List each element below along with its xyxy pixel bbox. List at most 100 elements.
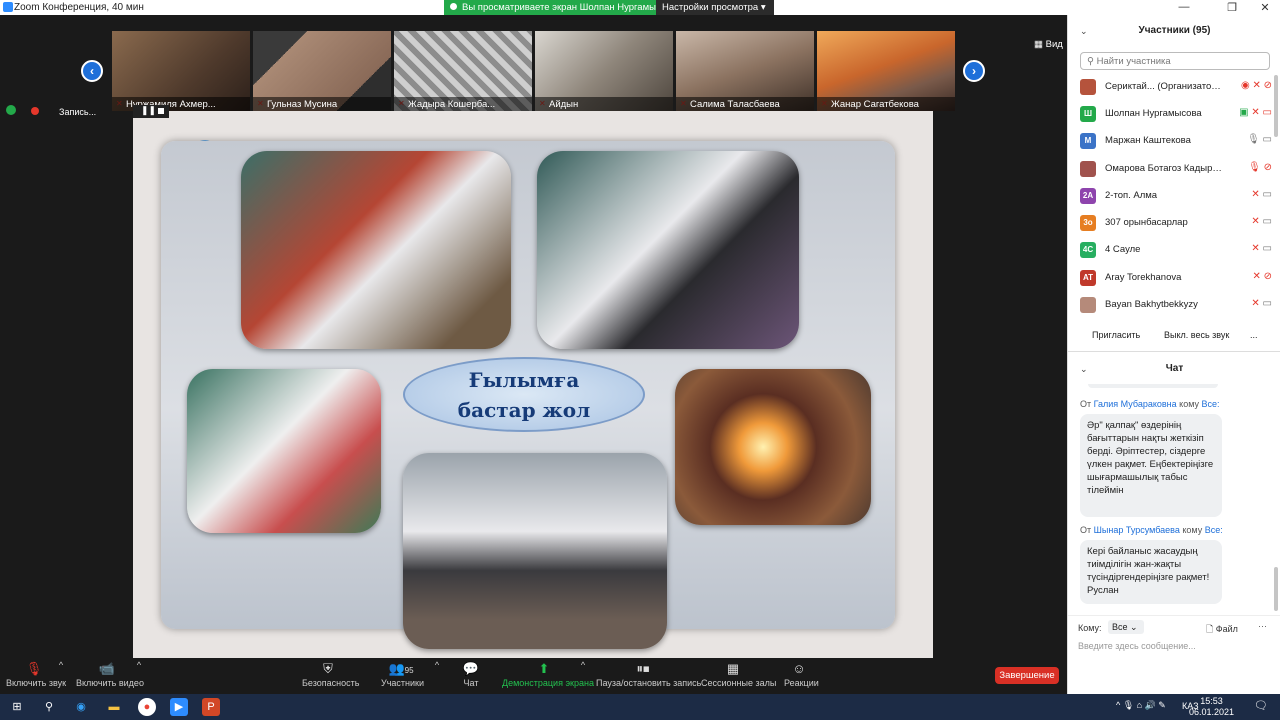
- participant-row[interactable]: 3о 307 орынбасарлар ✕ ▭: [1080, 212, 1272, 234]
- pause-record-button[interactable]: ⏸⏹ Пауза/остановить запись: [596, 658, 701, 694]
- window-title: Zoom Конференция, 40 мин: [14, 2, 144, 13]
- participant-row-name: 307 орынбасарлар: [1105, 217, 1188, 228]
- maximize-button[interactable]: ❐: [1222, 1, 1242, 14]
- notifications-icon[interactable]: 🗨: [1254, 699, 1268, 712]
- chat-more-button[interactable]: ···: [1258, 621, 1267, 631]
- participant-row-name: Аray Torekhanova: [1105, 272, 1182, 283]
- sender-name[interactable]: Галия Мубараковна: [1094, 399, 1177, 409]
- participant-row[interactable]: Сериктай... (Организатор, я) ◉ ✕ ⊘: [1080, 76, 1272, 98]
- side-panel: ⌄ Участники (95) ⚲ Найти участника Серик…: [1067, 15, 1280, 694]
- share-screen-button[interactable]: ⬆ Демонстрация экрана: [502, 658, 594, 694]
- avatar: [1080, 161, 1096, 177]
- video-thumbnail[interactable]: ✕ Салима Таласбаева: [676, 31, 814, 111]
- status-icons: 🎙 ▭: [1247, 134, 1272, 145]
- participants-label: Участники: [381, 678, 424, 688]
- search-icon[interactable]: ⚲: [40, 698, 58, 716]
- participant-name: Гульназ Мусина: [253, 97, 391, 111]
- share-options-caret[interactable]: ^: [578, 660, 588, 696]
- participant-row-name: Bayan Bakhytbekkyzy: [1105, 299, 1198, 310]
- audio-options-caret[interactable]: ^: [56, 660, 66, 696]
- security-button[interactable]: ⛨ Безопасность: [302, 658, 359, 694]
- participant-row-name: Маржан Каштекова: [1105, 135, 1191, 146]
- pause-icon[interactable]: ❚❚: [141, 105, 156, 116]
- zoom-taskbar-icon[interactable]: ▶: [170, 698, 188, 716]
- participant-row-name: 4 Сауле: [1105, 244, 1141, 255]
- clock-date: 06.01.2021: [1188, 707, 1234, 717]
- participant-row[interactable]: Ш Шолпан Нургамысова ▣ ✕ ▭: [1080, 103, 1272, 125]
- clock-time: 15:53: [1200, 696, 1223, 706]
- video-thumbnail[interactable]: ✕ Айдын: [535, 31, 673, 111]
- view-button[interactable]: ▦ Вид: [1034, 39, 1063, 50]
- status-icons: ✕ ▭: [1251, 243, 1272, 254]
- shield-icon: ⛨: [323, 661, 333, 676]
- start-video-button[interactable]: 📹 Включить видео: [76, 658, 144, 694]
- chat-scrollbar[interactable]: [1274, 567, 1278, 611]
- clock[interactable]: 15:53 06.01.2021: [1189, 696, 1234, 718]
- participants-button[interactable]: 👥95 Участники: [381, 658, 424, 694]
- participant-row[interactable]: Bayan Bakhytbekkyzy ✕ ▭: [1080, 294, 1272, 316]
- breakout-rooms-button[interactable]: ▦ Сессионные залы: [701, 658, 776, 694]
- stop-icon[interactable]: [158, 108, 164, 114]
- end-meeting-button[interactable]: Завершение: [995, 667, 1059, 684]
- grid-icon: ▦: [1034, 39, 1046, 50]
- viewing-screen-label: Вы просматриваете экран Шолпан Нургамысо…: [444, 0, 656, 15]
- participants-options-caret[interactable]: ^: [432, 660, 442, 696]
- video-thumbnail[interactable]: ✕ Жанар Сагатбекова: [817, 31, 955, 111]
- participant-row[interactable]: Омарова Ботагоз Кадырбеков... 🎙 ⊘: [1080, 158, 1272, 180]
- avatar: AT: [1080, 270, 1096, 286]
- participants-scrollbar[interactable]: [1274, 75, 1278, 137]
- participant-search-input[interactable]: ⚲ Найти участника: [1080, 52, 1270, 70]
- close-button[interactable]: ✕: [1255, 1, 1275, 14]
- share-banner: Вы просматриваете экран Шолпан Нургамысо…: [444, 0, 774, 15]
- video-thumbnail[interactable]: ✕ Гульназ Мусина: [253, 31, 391, 111]
- view-options-button[interactable]: Настройки просмотра ▾: [656, 0, 774, 15]
- participant-row[interactable]: М Маржан Каштекова 🎙 ▭: [1080, 130, 1272, 152]
- file-explorer-icon[interactable]: ▬: [105, 698, 123, 716]
- status-icons: ▣ ✕ ▭: [1239, 107, 1272, 118]
- avatar: 2А: [1080, 188, 1096, 204]
- shared-screen: Ғылымға бастар жол: [133, 111, 933, 658]
- chat-message: Кері байланыс жасаудың тиімділігін жан-ж…: [1080, 540, 1222, 604]
- minimize-button[interactable]: —: [1174, 1, 1194, 13]
- powerpoint-icon[interactable]: P: [202, 698, 220, 716]
- participant-row[interactable]: 2А 2-топ. Алма ✕ ▭: [1080, 185, 1272, 207]
- reaction-icon: ☺: [792, 661, 806, 676]
- security-label: Безопасность: [302, 678, 360, 688]
- edge-icon[interactable]: ◉: [72, 698, 90, 716]
- video-options-caret[interactable]: ^: [134, 660, 144, 696]
- participant-name: Жанар Сагатбекова: [817, 97, 955, 111]
- recipient-name[interactable]: Все:: [1202, 399, 1220, 409]
- muted-mic-icon: 🎙: [25, 661, 43, 676]
- unmute-button[interactable]: 🎙 Включить звук: [6, 658, 66, 694]
- chat-message: Әр" қалпақ" өздерінің бағыттарын нақты ж…: [1080, 414, 1222, 517]
- pause-stop-icon: ⏸⏹: [636, 661, 650, 676]
- invite-button[interactable]: Пригласить: [1092, 330, 1140, 340]
- chat-button[interactable]: 💬 Чат: [460, 658, 482, 694]
- meeting-toolbar: 🎙 Включить звук ^ 📹 Включить видео ^ ⛨ Безо…: [0, 658, 1067, 694]
- video-thumbnail[interactable]: ✕ Нуржамиля Ахмер...: [112, 31, 250, 111]
- video-thumbnail[interactable]: ✕ Жадыра Кошерба...: [394, 31, 532, 111]
- mute-all-button[interactable]: Выкл. весь звук: [1164, 330, 1229, 340]
- participant-name: Салима Таласбаева: [676, 97, 814, 111]
- recipient-select[interactable]: Все ⌄: [1108, 620, 1144, 634]
- lab-photo: [241, 151, 511, 349]
- participants-count: 95: [404, 666, 414, 675]
- reactions-button[interactable]: ☺ Реакции: [784, 658, 819, 694]
- sender-name[interactable]: Шынар Турсумбаева: [1094, 525, 1180, 535]
- recording-controls[interactable]: ❚❚: [133, 105, 169, 118]
- recipient-name[interactable]: Все:: [1205, 525, 1223, 535]
- to-label: Кому:: [1078, 623, 1102, 633]
- participant-row[interactable]: 4С 4 Сауле ✕ ▭: [1080, 239, 1272, 261]
- chrome-icon[interactable]: ●: [138, 698, 156, 716]
- next-page-button[interactable]: ›: [963, 60, 985, 82]
- file-button[interactable]: 🗋 Файл: [1206, 622, 1238, 638]
- reactions-label: Реакции: [784, 678, 819, 688]
- more-options-button[interactable]: ...: [1250, 330, 1258, 340]
- previous-message-bubble: [1088, 384, 1218, 388]
- avatar: [1080, 297, 1096, 313]
- tray-icons[interactable]: ^ 🎙 ⌂ 🔊 ✎: [1116, 700, 1166, 711]
- windows-start-icon[interactable]: ⊞: [8, 698, 26, 716]
- chat-input[interactable]: Введите здесь сообщение...: [1078, 641, 1196, 651]
- participant-row[interactable]: AT Аray Torekhanova ✕ ⊘: [1080, 267, 1272, 289]
- prev-page-button[interactable]: ‹: [81, 60, 103, 82]
